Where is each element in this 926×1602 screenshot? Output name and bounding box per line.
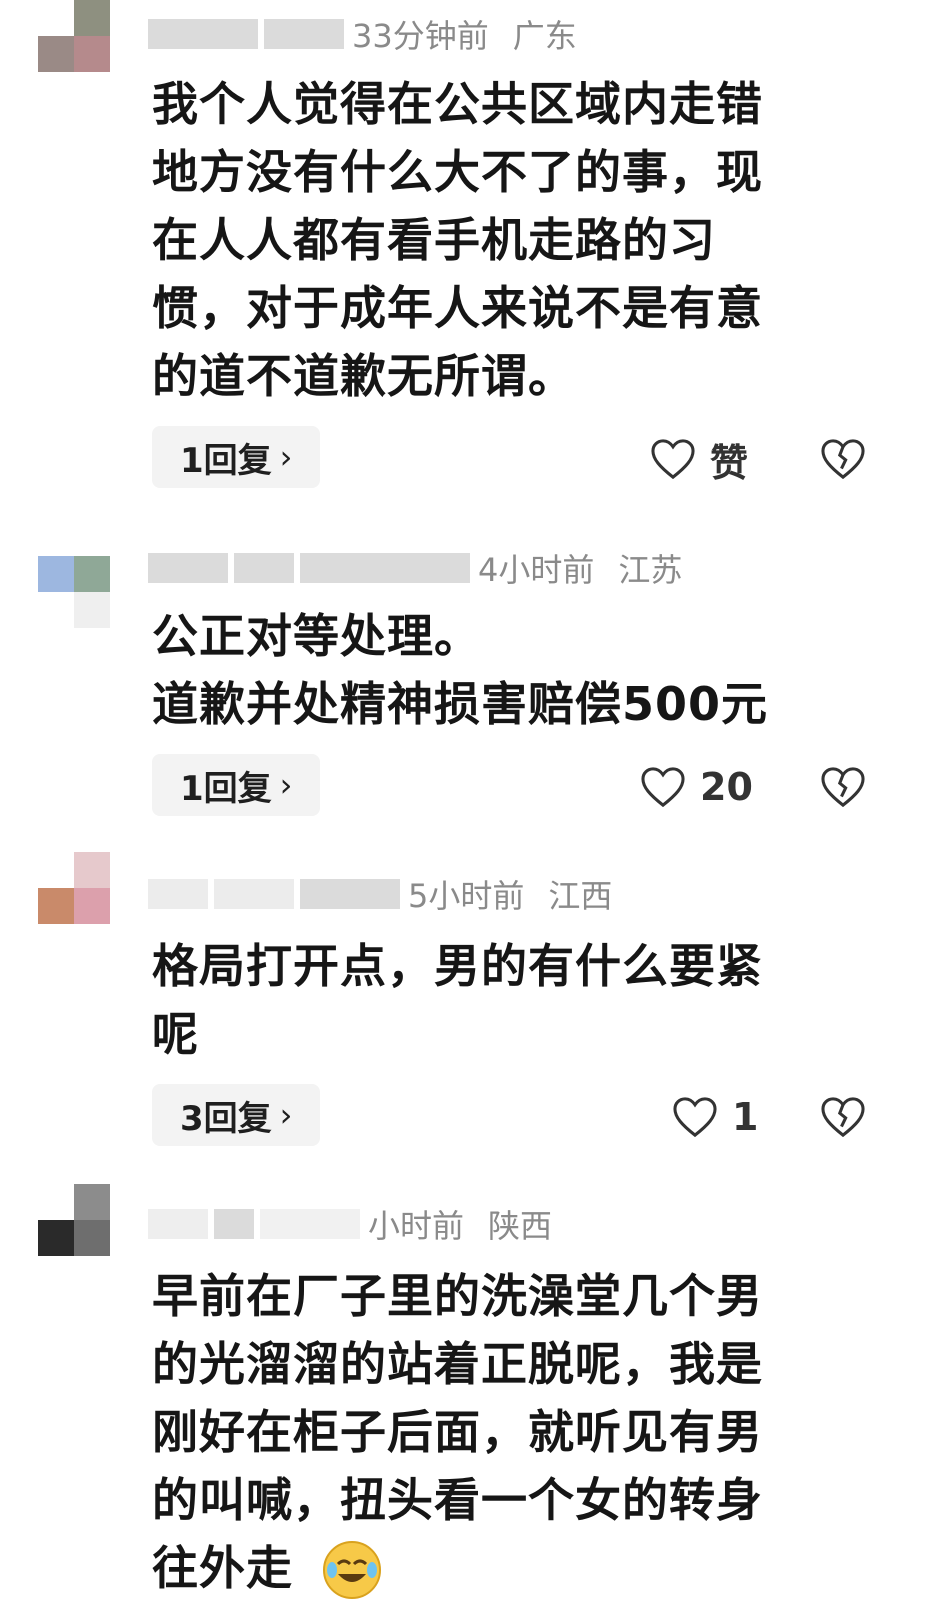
broken-heart-icon [821, 439, 865, 480]
view-replies-button[interactable]: 1回复 › [152, 426, 321, 488]
username-redacted [214, 879, 294, 909]
avatar[interactable] [38, 852, 110, 924]
comment-region: 江西 [548, 877, 613, 915]
chevron-right-icon: › [279, 438, 293, 476]
chevron-right-icon: › [279, 766, 293, 804]
comment-time: 33分钟前 [352, 17, 489, 55]
comment-text: 格局打开点，男的有什么要紧 呢 [152, 939, 763, 1061]
like-label: 赞 [710, 440, 749, 485]
comment-region: 陕西 [488, 1207, 553, 1245]
comment-meta: 33分钟前 广东 [148, 14, 577, 55]
chevron-right-icon: › [279, 1096, 293, 1134]
username-redacted [148, 19, 258, 49]
view-replies-button[interactable]: 3回复 › [152, 1084, 321, 1146]
crying-laughing-emoji-icon [323, 1541, 381, 1599]
view-replies-button[interactable]: 1回复 › [152, 754, 321, 816]
username-redacted [148, 553, 228, 583]
dislike-button[interactable] [820, 1086, 866, 1148]
like-count: 20 [700, 765, 753, 809]
username-redacted [264, 19, 344, 49]
username-redacted [148, 1209, 208, 1239]
like-button[interactable]: 1 [672, 1086, 758, 1148]
comment-meta: 小时前 陕西 [148, 1204, 553, 1245]
comment-time: 4小时前 [478, 551, 595, 589]
like-button[interactable]: 20 [640, 756, 753, 818]
comment-text: 我个人觉得在公共区域内走错 地方没有什么大不了的事，现 在人人都有看手机走路的习… [152, 77, 763, 403]
avatar[interactable] [38, 1184, 110, 1256]
username-redacted [300, 879, 400, 909]
comment-region: 广东 [512, 17, 577, 55]
username-redacted [260, 1209, 360, 1239]
heart-outline-icon [651, 439, 695, 480]
comment-region: 江苏 [618, 551, 683, 589]
comment-text: 早前在厂子里的洗澡堂几个男 的光溜溜的站着正脱呢，我是 刚好在柜子后面，就听见有… [152, 1262, 872, 1602]
username-redacted [148, 879, 208, 909]
username-redacted [234, 553, 294, 583]
like-button[interactable]: 赞 [650, 428, 748, 490]
avatar[interactable] [38, 0, 110, 72]
comment-meta: 4小时前 江苏 [148, 548, 683, 589]
like-count: 1 [732, 1095, 759, 1139]
broken-heart-icon [821, 767, 865, 808]
comment-time: 小时前 [368, 1207, 465, 1245]
broken-heart-icon [821, 1097, 865, 1138]
comment-text: 公正对等处理。 道歉并处精神损害赔偿500元 [152, 609, 769, 731]
avatar[interactable] [38, 556, 110, 628]
username-redacted [300, 553, 470, 583]
comment-time: 5小时前 [408, 877, 525, 915]
dislike-button[interactable] [820, 428, 866, 490]
dislike-button[interactable] [820, 756, 866, 818]
heart-outline-icon [641, 767, 685, 808]
username-redacted [214, 1209, 254, 1239]
comment-meta: 5小时前 江西 [148, 874, 613, 915]
heart-outline-icon [673, 1097, 717, 1138]
